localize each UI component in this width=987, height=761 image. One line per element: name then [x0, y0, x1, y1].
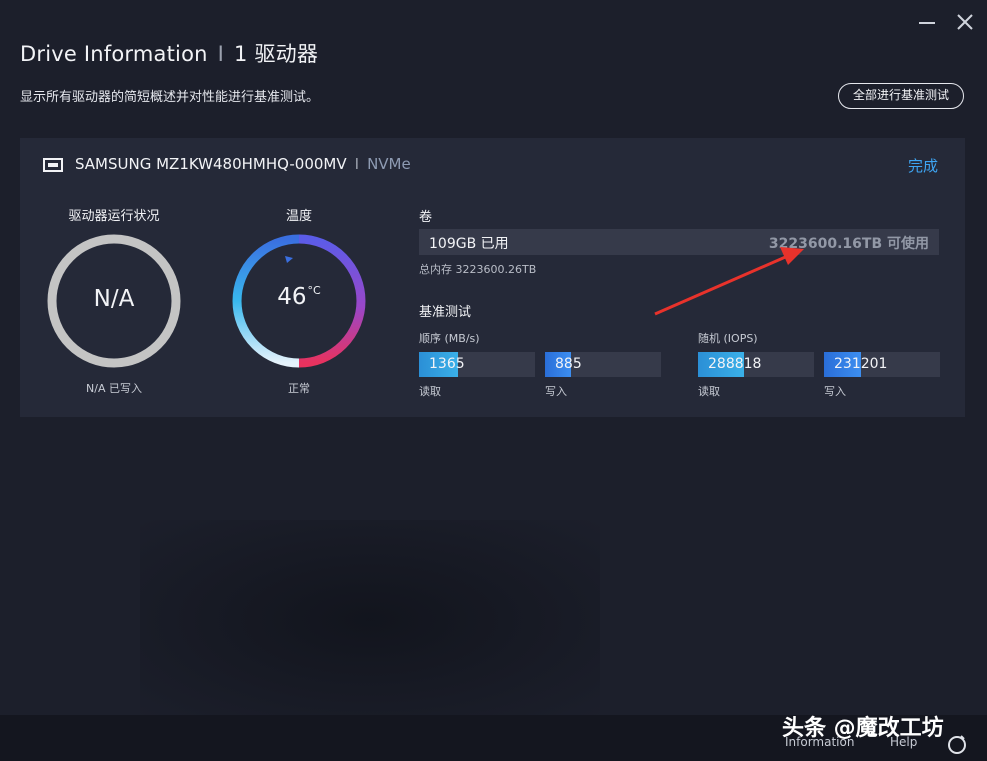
- sequential-label: 顺序 (MB/s): [419, 332, 480, 345]
- seq-read-value: 1365: [429, 356, 465, 372]
- random-label: 随机 (IOPS): [698, 332, 758, 345]
- temperature-unit: °C: [307, 284, 321, 297]
- help-icon[interactable]: [946, 733, 968, 755]
- minimize-button[interactable]: [915, 10, 939, 34]
- seq-read-label: 读取: [419, 385, 441, 398]
- page-subtitle: 显示所有驱动器的简短概述并对性能进行基准测试。: [20, 90, 320, 105]
- health-value: N/A: [93, 286, 135, 312]
- rand-write-label: 写入: [824, 385, 846, 398]
- seq-read-bar: 1365: [419, 352, 535, 377]
- drive-model: SAMSUNG MZ1KW480HMHQ-000MV: [75, 155, 347, 173]
- page-title: Drive Information I 1 驱动器: [20, 38, 318, 68]
- drive-card: SAMSUNG MZ1KW480HMHQ-000MV I NVMe 完成 驱动器运行…: [20, 138, 965, 417]
- temperature-title: 温度: [285, 209, 312, 224]
- rand-read-value: 288818: [708, 356, 762, 372]
- rand-read-label: 读取: [698, 385, 720, 398]
- seq-write-label: 写入: [545, 385, 567, 398]
- temperature-number: 46: [277, 284, 307, 310]
- seq-write-bar: 885: [545, 352, 661, 377]
- drive-interface: NVMe: [367, 155, 411, 173]
- minimize-icon: [919, 22, 935, 24]
- rand-write-value: 231201: [834, 356, 888, 372]
- benchmark-label: 基准测试: [419, 305, 472, 320]
- rand-read-bar: 288818: [698, 352, 814, 377]
- temperature-value: 46°C: [231, 284, 367, 310]
- volume-label: 卷: [419, 210, 433, 225]
- drive-count: 1 驱动器: [234, 42, 319, 66]
- volume-used: 109GB 已用: [429, 236, 509, 252]
- health-title: 驱动器运行状况: [68, 209, 160, 224]
- rand-write-bar: 231201: [824, 352, 940, 377]
- title-separator: I: [217, 42, 225, 66]
- footer-help-link[interactable]: Help: [890, 735, 917, 749]
- volume-total: 总内存 3223600.26TB: [419, 263, 537, 276]
- background-shade: [140, 520, 600, 720]
- health-caption: N/A 已写入: [86, 382, 142, 395]
- temperature-caption: 正常: [288, 382, 310, 395]
- close-button[interactable]: [953, 10, 977, 34]
- drive-name-separator: I: [354, 155, 360, 173]
- close-icon: [957, 14, 973, 30]
- drive-icon: [43, 158, 63, 172]
- footer-information-link[interactable]: Information: [785, 735, 854, 749]
- seq-write-value: 885: [555, 356, 582, 372]
- drive-name: SAMSUNG MZ1KW480HMHQ-000MV I NVMe: [75, 155, 411, 173]
- title-text: Drive Information: [20, 42, 208, 66]
- done-link[interactable]: 完成: [908, 155, 938, 176]
- volume-bar: 109GB 已用 3223600.16TB 可使用: [419, 229, 939, 255]
- volume-free: 3223600.16TB 可使用: [768, 236, 929, 252]
- benchmark-all-button[interactable]: 全部进行基准测试: [838, 83, 964, 109]
